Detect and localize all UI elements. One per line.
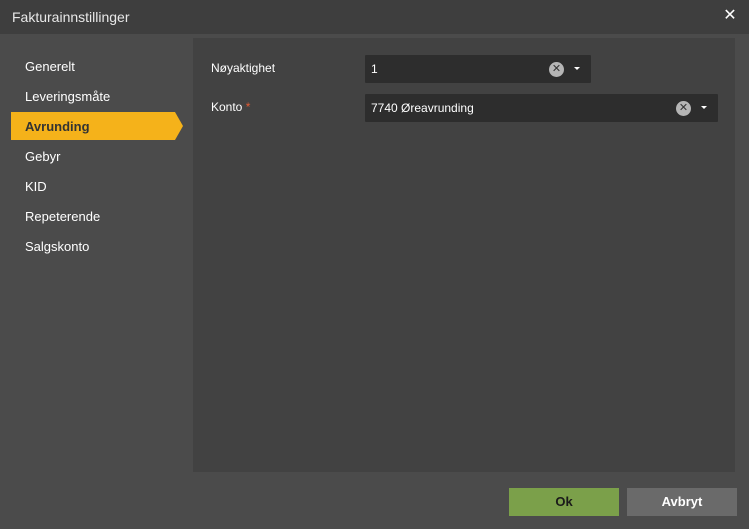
sidebar-item-label: Generelt xyxy=(25,59,75,74)
settings-panel: Nøyaktighet 1 ✕ Konto * 7740 Øreavrundin… xyxy=(193,38,735,472)
sidebar-item-avrunding[interactable]: Avrunding xyxy=(11,112,183,140)
sidebar-item-generelt[interactable]: Generelt xyxy=(11,52,175,80)
sidebar-item-label: KID xyxy=(25,179,47,194)
sidebar-item-label: Salgskonto xyxy=(25,239,90,254)
precision-select[interactable]: 1 ✕ xyxy=(365,55,591,83)
sidebar-item-label: Repeterende xyxy=(25,209,101,224)
ok-button[interactable]: Ok xyxy=(509,488,619,516)
account-label: Konto * xyxy=(211,100,251,114)
sidebar-item-label: Leveringsmåte xyxy=(25,89,111,104)
precision-label: Nøyaktighet xyxy=(211,61,276,75)
required-marker: * xyxy=(245,100,251,114)
precision-value: 1 xyxy=(371,62,378,76)
sidebar-item-label: Gebyr xyxy=(25,149,61,164)
sidebar-item-gebyr[interactable]: Gebyr xyxy=(11,142,175,170)
dialog-titlebar: Fakturainnstillinger ✕ xyxy=(0,0,749,34)
chevron-down-icon[interactable] xyxy=(701,106,707,109)
account-select[interactable]: 7740 Øreavrunding ✕ xyxy=(365,94,718,122)
cancel-button[interactable]: Avbryt xyxy=(627,488,737,516)
dialog-title: Fakturainnstillinger xyxy=(12,9,130,25)
sidebar-item-repeterende[interactable]: Repeterende xyxy=(11,202,175,230)
chevron-down-icon[interactable] xyxy=(574,67,580,70)
sidebar-item-leveringsmate[interactable]: Leveringsmåte xyxy=(11,82,175,110)
sidebar-item-salgskonto[interactable]: Salgskonto xyxy=(11,232,175,260)
sidebar-item-label: Avrunding xyxy=(25,119,90,134)
clear-icon[interactable]: ✕ xyxy=(676,101,691,116)
close-icon[interactable]: ✕ xyxy=(723,8,737,24)
sidebar-item-kid[interactable]: KID xyxy=(11,172,175,200)
account-value: 7740 Øreavrunding xyxy=(371,101,474,115)
clear-icon[interactable]: ✕ xyxy=(549,62,564,77)
settings-sidebar: Generelt Leveringsmåte Avrunding Gebyr K… xyxy=(0,34,193,472)
